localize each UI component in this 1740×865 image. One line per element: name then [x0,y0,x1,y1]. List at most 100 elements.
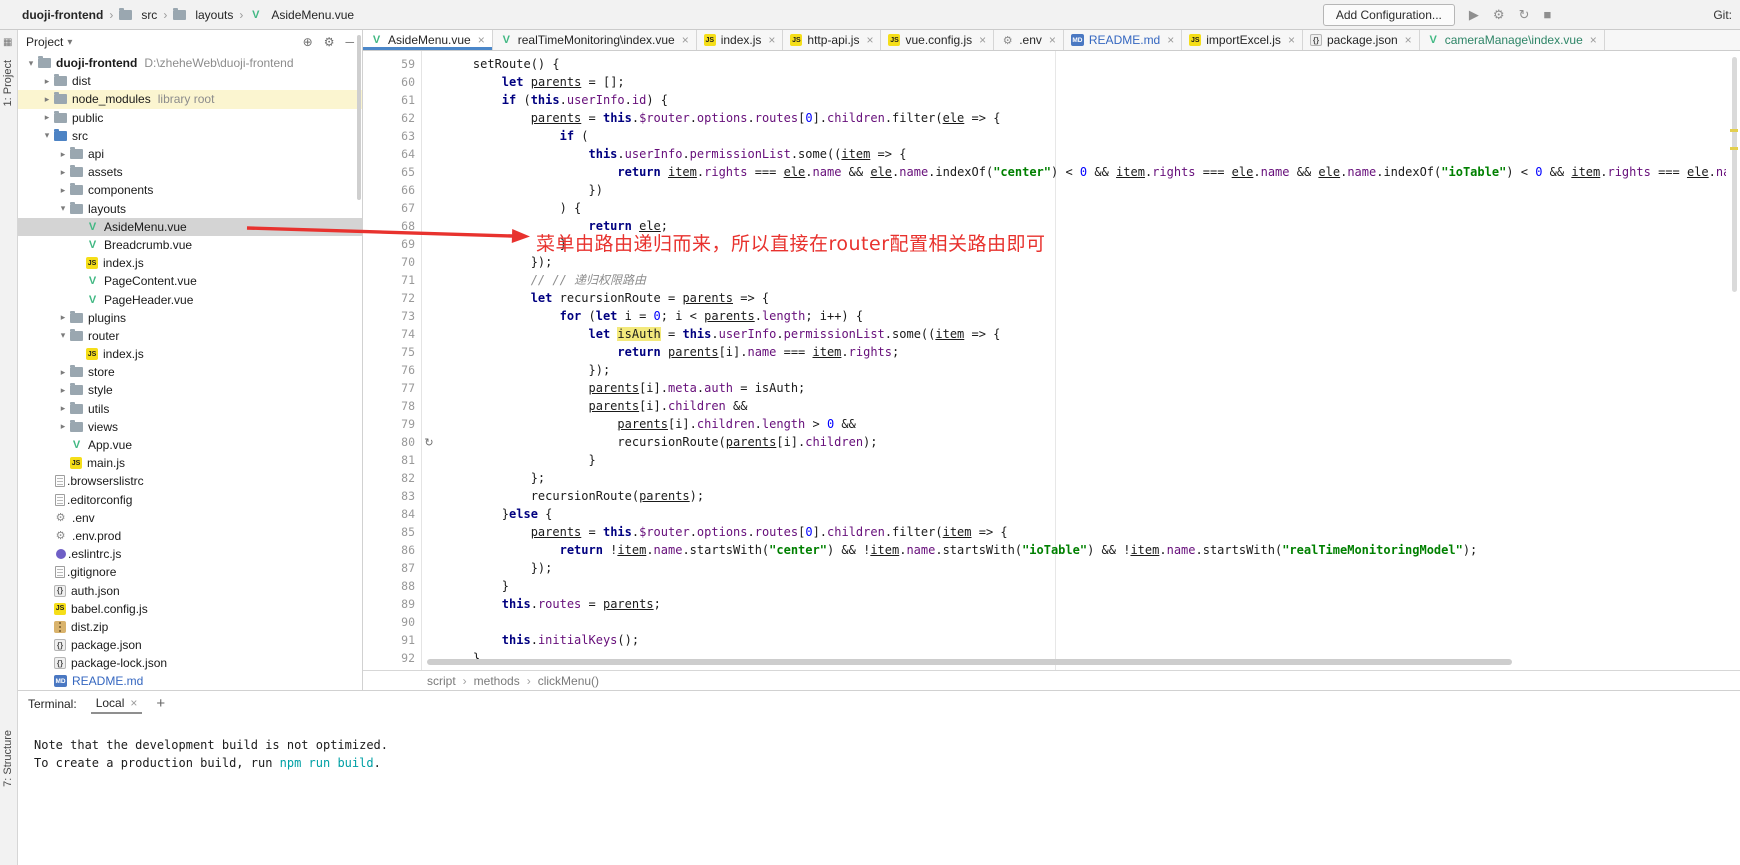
code-line[interactable]: }); [444,253,1726,271]
code-line[interactable]: setRoute() { [444,55,1726,73]
chevron-expanded-icon[interactable]: ▾ [24,58,38,69]
tree-item-router[interactable]: ▾router [18,327,362,345]
line-number[interactable]: 77 [363,381,419,395]
tab-realTimeMonitoring\index.vue[interactable]: VrealTimeMonitoring\index.vue× [493,30,697,50]
tree-item-components[interactable]: ▸components [18,181,362,199]
line-number[interactable]: 89 [363,597,419,611]
code-line[interactable]: }else { [444,505,1726,523]
line-number[interactable]: 91 [363,633,419,647]
tree-item-dist.zip[interactable]: dist.zip [18,618,362,636]
run-icon[interactable]: ▶ [1469,7,1479,23]
close-tab-icon[interactable]: × [1167,33,1174,47]
line-number[interactable]: 69 [363,237,419,251]
tab-.env[interactable]: ⚙.env× [994,30,1064,50]
project-panel-title[interactable]: Project [26,35,63,49]
chevron-collapsed-icon[interactable]: ▸ [56,149,70,160]
tool-window-button-structure[interactable]: 7: Structure [2,730,14,787]
code-line[interactable]: }; [444,469,1726,487]
code-line[interactable]: if ( [444,127,1726,145]
close-tab-icon[interactable]: × [478,33,485,47]
code-line[interactable]: return ele; [444,217,1726,235]
tree-item-store[interactable]: ▸store [18,363,362,381]
tree-item-README.md[interactable]: MDREADME.md [18,672,362,690]
code-line[interactable]: } [444,451,1726,469]
add-configuration-button[interactable]: Add Configuration... [1323,4,1455,26]
close-terminal-tab-icon[interactable]: × [130,696,137,710]
line-number[interactable]: 79 [363,417,419,431]
tab-README.md[interactable]: MDREADME.md× [1064,30,1182,50]
tree-item-babel.config.js[interactable]: JSbabel.config.js [18,600,362,618]
tree-item-.browserslistrc[interactable]: .browserslistrc [18,472,362,490]
code-line[interactable]: }) [444,181,1726,199]
git-branch-widget[interactable]: Git: [1713,8,1732,22]
tree-item-dist[interactable]: ▸dist [18,72,362,90]
line-number[interactable]: 65 [363,165,419,179]
line-number[interactable]: 76 [363,363,419,377]
chevron-collapsed-icon[interactable]: ▸ [56,167,70,178]
chevron-expanded-icon[interactable]: ▾ [56,203,70,214]
stop-icon[interactable]: ■ [1543,7,1551,22]
gear-icon[interactable]: ⚙ [324,35,335,49]
hide-panel-icon[interactable]: ─ [345,35,354,49]
line-number[interactable]: 83 [363,489,419,503]
chevron-collapsed-icon[interactable]: ▸ [40,94,54,105]
code-line[interactable]: } [444,577,1726,595]
code-region[interactable]: 5960616263646566676869707172737475767778… [363,51,1740,670]
chevron-collapsed-icon[interactable]: ▸ [56,421,70,432]
tree-item-index.js[interactable]: JSindex.js [18,345,362,363]
line-number[interactable]: 62 [363,111,419,125]
code-line[interactable]: }); [444,559,1726,577]
tree-item-.gitignore[interactable]: .gitignore [18,563,362,581]
close-tab-icon[interactable]: × [1590,33,1597,47]
tree-item-views[interactable]: ▸views [18,418,362,436]
tree-item-Breadcrumb.vue[interactable]: VBreadcrumb.vue [18,236,362,254]
tree-item-App.vue[interactable]: VApp.vue [18,436,362,454]
tab-http-api.js[interactable]: JShttp-api.js× [783,30,881,50]
tab-package.json[interactable]: {}package.json× [1303,30,1420,50]
tab-importExcel.js[interactable]: JSimportExcel.js× [1182,30,1303,50]
tab-AsideMenu.vue[interactable]: VAsideMenu.vue× [363,30,493,50]
code-line[interactable]: this.routes = parents; [444,595,1726,613]
editor-breadcrumb-item[interactable]: clickMenu() [538,674,599,688]
tree-item-auth.json[interactable]: {}auth.json [18,581,362,599]
recursion-icon[interactable]: ↻ [419,436,439,449]
line-number[interactable]: 88 [363,579,419,593]
tab-cameraManage\index.vue[interactable]: VcameraManage\index.vue× [1420,30,1605,50]
line-number[interactable]: 66 [363,183,419,197]
code-line[interactable]: this.initialKeys(); [444,631,1726,649]
tree-item-.eslintrc.js[interactable]: .eslintrc.js [18,545,362,563]
tree-item-.editorconfig[interactable]: .editorconfig [18,491,362,509]
code-line[interactable]: if (this.userInfo.id) { [444,91,1726,109]
tree-item-src[interactable]: ▾src [18,127,362,145]
code-line[interactable]: return item.rights === ele.name && ele.n… [444,163,1726,181]
tab-vue.config.js[interactable]: JSvue.config.js× [881,30,994,50]
close-tab-icon[interactable]: × [1049,33,1056,47]
line-number[interactable]: 70 [363,255,419,269]
code-line[interactable]: this.userInfo.permissionList.some((item … [444,145,1726,163]
tree-item-public[interactable]: ▸public [18,109,362,127]
line-number[interactable]: 81 [363,453,419,467]
tree-item-AsideMenu.vue[interactable]: VAsideMenu.vue [18,218,362,236]
line-number[interactable]: 90 [363,615,419,629]
chevron-collapsed-icon[interactable]: ▸ [56,385,70,396]
tree-item-node_modules[interactable]: ▸node_moduleslibrary root [18,90,362,108]
line-number[interactable]: 61 [363,93,419,107]
code-line[interactable]: return parents[i].name === item.rights; [444,343,1726,361]
tree-item-utils[interactable]: ▸utils [18,400,362,418]
tree-item-PageHeader.vue[interactable]: VPageHeader.vue [18,290,362,308]
line-number[interactable]: 80 [363,435,419,449]
line-number[interactable]: 74 [363,327,419,341]
line-number[interactable]: 75 [363,345,419,359]
chevron-collapsed-icon[interactable]: ▸ [40,76,54,87]
code-line[interactable]: parents[i].meta.auth = isAuth; [444,379,1726,397]
tree-item-duoji-frontend[interactable]: ▾duoji-frontendD:\zheheWeb\duoji-fronten… [18,54,362,72]
close-tab-icon[interactable]: × [682,33,689,47]
close-tab-icon[interactable]: × [866,33,873,47]
new-terminal-tab-icon[interactable]: + [156,695,165,712]
warning-mark[interactable] [1730,147,1738,150]
code-line[interactable]: parents = this.$router.options.routes[0]… [444,109,1726,127]
line-number[interactable]: 78 [363,399,419,413]
line-number[interactable]: 73 [363,309,419,323]
code-line[interactable]: ) { [444,199,1726,217]
tree-item-style[interactable]: ▸style [18,381,362,399]
